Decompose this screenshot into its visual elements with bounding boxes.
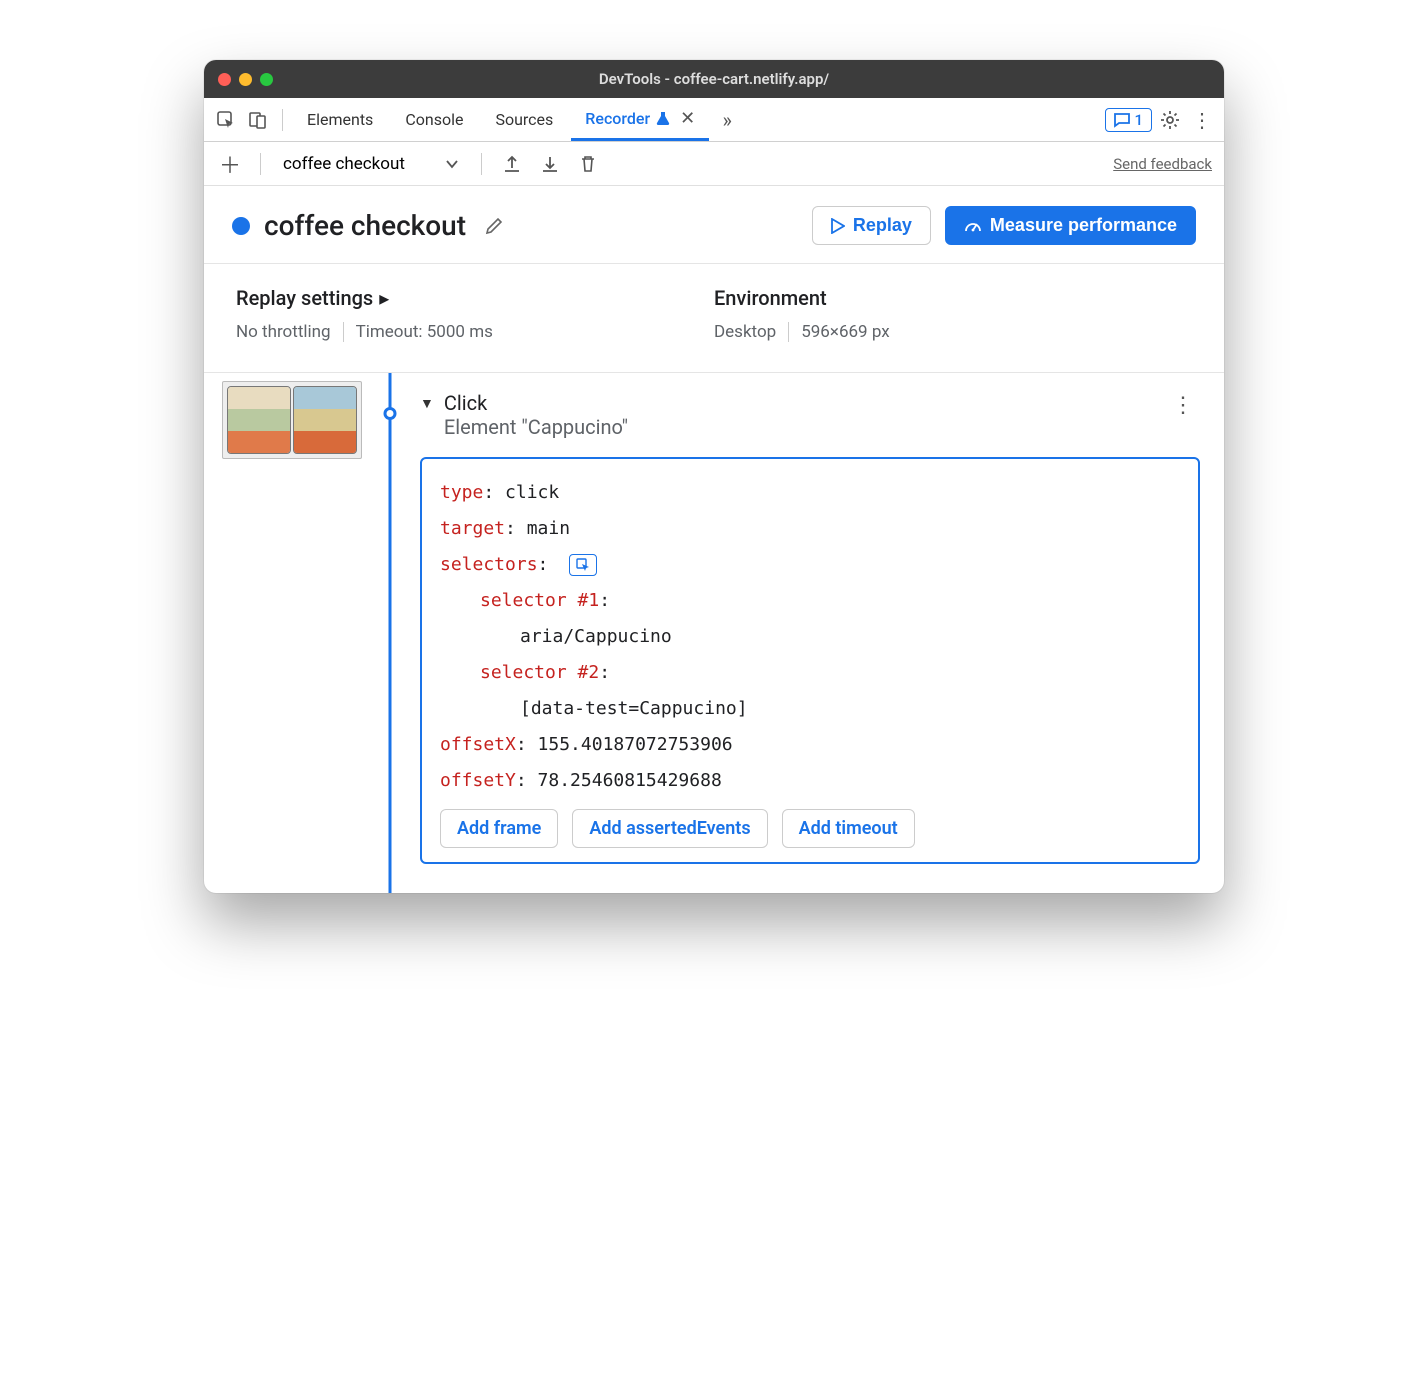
throttling-value[interactable]: No throttling	[236, 322, 331, 342]
import-icon[interactable]	[536, 150, 564, 178]
timeline-node	[384, 407, 397, 420]
settings-row: Replay settings ▸ No throttling Timeout:…	[204, 264, 1224, 373]
step-details: type: click target: main selectors: sele…	[420, 457, 1200, 864]
devtools-window: DevTools - coffee-cart.netlify.app/ Elem…	[204, 60, 1224, 893]
recorder-toolbar: ＋ coffee checkout Send feedback	[204, 142, 1224, 186]
environment-title: Environment	[714, 286, 1192, 310]
add-timeout-button[interactable]: Add timeout	[782, 809, 915, 848]
chat-icon	[1114, 112, 1130, 128]
close-tab-icon[interactable]: ✕	[680, 108, 695, 129]
field-target[interactable]: target: main	[440, 511, 1180, 547]
separator	[343, 322, 344, 342]
field-selectors[interactable]: selectors:	[440, 547, 1180, 583]
step-thumbnail[interactable]	[222, 381, 362, 459]
steps-timeline: ▼ Click Element "Cappucino" ⋮ type: clic…	[204, 373, 1224, 893]
separator	[481, 153, 482, 175]
step-menu-icon[interactable]: ⋮	[1166, 391, 1200, 420]
field-type[interactable]: type: click	[440, 475, 1180, 511]
tab-elements[interactable]: Elements	[293, 98, 387, 141]
devtools-tabbar: Elements Console Sources Recorder ✕ » 1 …	[204, 98, 1224, 142]
add-frame-button[interactable]: Add frame	[440, 809, 558, 848]
kebab-menu-icon[interactable]: ⋮	[1188, 106, 1216, 134]
edit-title-icon[interactable]	[480, 212, 508, 240]
export-icon[interactable]	[498, 150, 526, 178]
chevron-right-icon: ▸	[379, 286, 389, 310]
gauge-icon	[964, 217, 982, 235]
separator	[282, 109, 283, 131]
recording-dropdown[interactable]: coffee checkout	[277, 150, 465, 178]
collapse-caret-icon[interactable]: ▼	[420, 395, 434, 412]
issues-badge[interactable]: 1	[1105, 108, 1152, 132]
window-title: DevTools - coffee-cart.netlify.app/	[204, 70, 1224, 88]
replay-settings-section: Replay settings ▸ No throttling Timeout:…	[236, 286, 714, 342]
minimize-window-button[interactable]	[239, 73, 252, 86]
field-offsety[interactable]: offsetY: 78.25460815429688	[440, 763, 1180, 799]
selector-1-label[interactable]: selector #1:	[440, 583, 1180, 619]
replay-settings-toggle[interactable]: Replay settings ▸	[236, 286, 714, 310]
selector-1-value[interactable]: aria/Cappucino	[440, 619, 1180, 655]
more-tabs-icon[interactable]: »	[713, 106, 741, 134]
inspect-element-icon[interactable]	[212, 106, 240, 134]
step-title: Click	[444, 391, 628, 415]
timeout-value[interactable]: Timeout: 5000 ms	[356, 322, 493, 342]
new-recording-icon[interactable]: ＋	[216, 150, 244, 178]
viewport-size: 596×669 px	[801, 322, 889, 342]
timeline-rail	[372, 373, 408, 893]
chevron-down-icon	[445, 157, 459, 171]
recording-header: coffee checkout Replay Measure performan…	[204, 186, 1224, 264]
send-feedback-link[interactable]: Send feedback	[1113, 155, 1212, 173]
maximize-window-button[interactable]	[260, 73, 273, 86]
tab-recorder[interactable]: Recorder ✕	[571, 98, 709, 141]
close-window-button[interactable]	[218, 73, 231, 86]
selector-2-value[interactable]: [data-test=Cappucino]	[440, 691, 1180, 727]
flask-icon	[656, 111, 670, 125]
play-icon	[831, 218, 845, 234]
add-buttons-row: Add frame Add assertedEvents Add timeout	[440, 809, 1180, 848]
device-type: Desktop	[714, 322, 776, 342]
replay-button[interactable]: Replay	[812, 206, 931, 245]
tab-sources[interactable]: Sources	[481, 98, 567, 141]
measure-performance-button[interactable]: Measure performance	[945, 206, 1196, 245]
step-subtitle: Element "Cappucino"	[444, 415, 628, 439]
tab-console[interactable]: Console	[391, 98, 477, 141]
separator	[260, 153, 261, 175]
thumbnail-column	[222, 373, 372, 893]
step-header[interactable]: ▼ Click Element "Cappucino" ⋮	[420, 391, 1200, 439]
settings-icon[interactable]	[1156, 106, 1184, 134]
recording-title: coffee checkout	[264, 209, 466, 242]
titlebar: DevTools - coffee-cart.netlify.app/	[204, 60, 1224, 98]
recording-status-dot	[232, 217, 250, 235]
selector-2-label[interactable]: selector #2:	[440, 655, 1180, 691]
delete-icon[interactable]	[574, 150, 602, 178]
step-panel: ▼ Click Element "Cappucino" ⋮ type: clic…	[408, 373, 1206, 893]
environment-section: Environment Desktop 596×669 px	[714, 286, 1192, 342]
field-offsetx[interactable]: offsetX: 155.40187072753906	[440, 727, 1180, 763]
pick-selector-icon[interactable]	[569, 554, 597, 576]
add-asserted-events-button[interactable]: Add assertedEvents	[572, 809, 767, 848]
window-controls	[218, 73, 273, 86]
device-toolbar-icon[interactable]	[244, 106, 272, 134]
separator	[788, 322, 789, 342]
